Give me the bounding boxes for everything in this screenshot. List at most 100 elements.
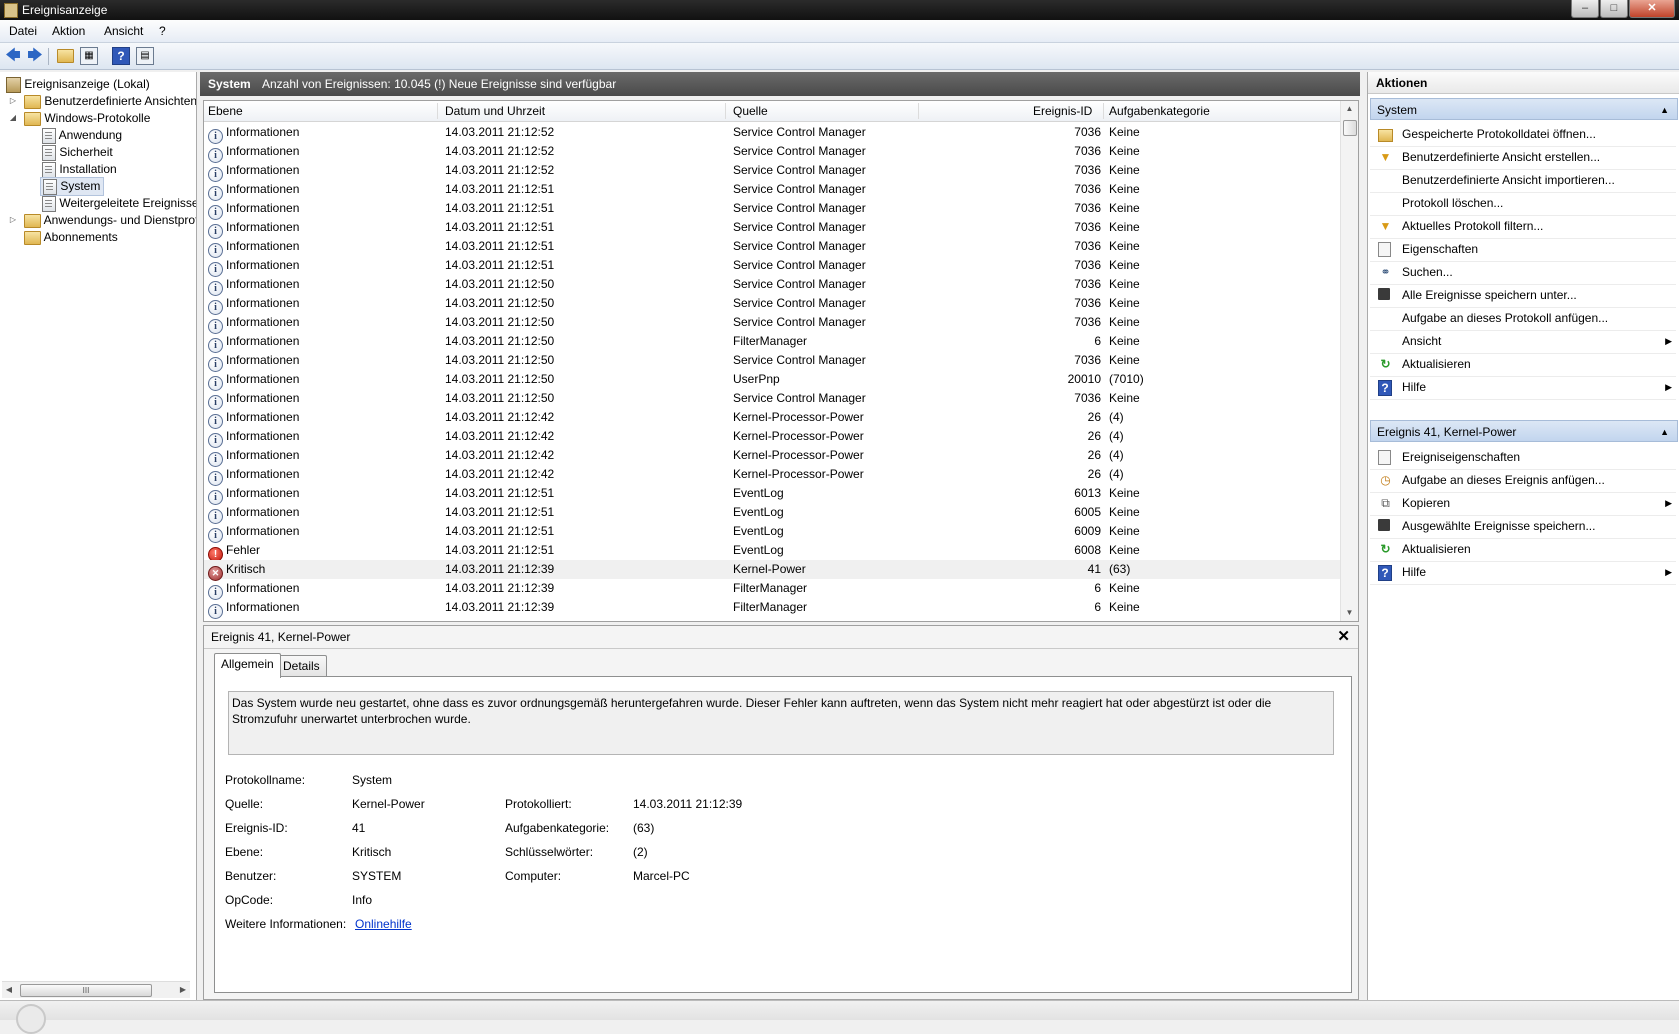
tree-item-custom-views[interactable]: Benutzerdefinierte Ansichten	[24, 93, 196, 110]
table-row[interactable]: i Informationen 14.03.2011 21:12:42 Kernel-…	[204, 408, 1340, 429]
scroll-down-arrow-icon[interactable]: ▼	[1343, 606, 1356, 620]
tree-item-forwarded-events[interactable]: Weitergeleitete Ereignisse	[42, 195, 196, 212]
table-row[interactable]: i Informationen 14.03.2011 21:12:50 Service…	[204, 294, 1340, 315]
table-row[interactable]: i Informationen 14.03.2011 21:12:39 FilterM…	[204, 598, 1340, 619]
action-item[interactable]: ? Hilfe ▶	[1370, 560, 1676, 585]
action-item[interactable]: ▼ Benutzerdefinierte Ansicht erstellen...	[1370, 145, 1676, 170]
column-header-level[interactable]: Ebene	[208, 104, 243, 118]
tree-item-anwendung[interactable]: Anwendung	[42, 127, 122, 144]
column-header-source[interactable]: Quelle	[733, 104, 768, 118]
action-item[interactable]: ◷ Aufgabe an dieses Ereignis anfügen...	[1370, 468, 1676, 493]
table-row[interactable]: i Informationen 14.03.2011 21:12:52 Service…	[204, 123, 1340, 144]
up-folder-icon[interactable]	[56, 47, 74, 65]
action-item[interactable]: ↻ Aktualisieren	[1370, 537, 1676, 562]
table-row[interactable]: i Informationen 14.03.2011 21:12:50 Service…	[204, 389, 1340, 410]
menu-datei[interactable]: Datei	[9, 24, 37, 38]
collapse-triangle-icon[interactable]: ▲	[1660, 421, 1669, 443]
collapse-arrow-icon[interactable]: ◢	[8, 113, 18, 122]
tree-item-installation[interactable]: Installation	[42, 161, 117, 178]
tree-horizontal-scrollbar[interactable]: ◀ III ▶	[2, 981, 190, 998]
table-row[interactable]: i Informationen 14.03.2011 21:12:50 Service…	[204, 313, 1340, 334]
action-item[interactable]: ⚭ Suchen...	[1370, 260, 1676, 285]
column-header-task-category[interactable]: Aufgabenkategorie	[1109, 104, 1210, 118]
table-row[interactable]: i Informationen 14.03.2011 21:12:39 FilterM…	[204, 579, 1340, 600]
table-row[interactable]: i Informationen 14.03.2011 21:12:50 Service…	[204, 351, 1340, 372]
table-row[interactable]: i Informationen 14.03.2011 21:12:51 EventLo…	[204, 503, 1340, 524]
event-description[interactable]: Das System wurde neu gestartet, ohne das…	[228, 691, 1334, 755]
online-help-link[interactable]: Onlinehilfe	[355, 917, 412, 931]
action-item[interactable]: Benutzerdefinierte Ansicht importieren..…	[1370, 168, 1676, 193]
tree-item-windows-logs[interactable]: Windows-Protokolle	[24, 110, 150, 127]
menu-help[interactable]: ?	[159, 24, 166, 38]
table-row[interactable]: iInformationen 14.03.2011 21:12:35 FilterM…	[204, 617, 1340, 621]
action-item[interactable]: Ansicht ▶	[1370, 329, 1676, 354]
table-row[interactable]: i Informationen 14.03.2011 21:12:52 Service…	[204, 161, 1340, 182]
action-item[interactable]: Ereigniseigenschaften	[1370, 445, 1676, 470]
table-row[interactable]: i Informationen 14.03.2011 21:12:51 EventLo…	[204, 522, 1340, 543]
table-row[interactable]: i Informationen 14.03.2011 21:12:50 Service…	[204, 275, 1340, 296]
action-item[interactable]: ? Hilfe ▶	[1370, 375, 1676, 400]
tree-item-app-service-logs[interactable]: Anwendungs- und Dienstprotokolle	[24, 212, 196, 229]
cell-level-text: Informationen	[226, 581, 300, 595]
action-item[interactable]: Ausgewählte Ereignisse speichern...	[1370, 514, 1676, 539]
action-item[interactable]: Alle Ereignisse speichern unter...	[1370, 283, 1676, 308]
table-row[interactable]: i Informationen 14.03.2011 21:12:51 Service…	[204, 218, 1340, 239]
table-row[interactable]: i Informationen 14.03.2011 21:12:51 Service…	[204, 237, 1340, 258]
table-row[interactable]: ✕ Kritisch 14.03.2011 21:12:39 Kernel-Power…	[204, 560, 1340, 581]
menu-aktion[interactable]: Aktion	[52, 24, 85, 38]
action-item[interactable]: ↻ Aktualisieren	[1370, 352, 1676, 377]
tree-root[interactable]: Ereignisanzeige (Lokal)	[6, 76, 150, 93]
tab-details[interactable]: Details	[276, 655, 327, 677]
action-item[interactable]: ⧉ Kopieren ▶	[1370, 491, 1676, 516]
maximize-button[interactable]: □	[1600, 0, 1628, 18]
action-item[interactable]: Gespeicherte Protokolldatei öffnen...	[1370, 122, 1676, 147]
actions-section-event[interactable]: Ereignis 41, Kernel-Power ▲	[1370, 420, 1678, 442]
action-item[interactable]: Aufgabe an dieses Protokoll anfügen...	[1370, 306, 1676, 331]
expand-arrow-icon[interactable]: ▷	[8, 215, 18, 224]
tree-item-system[interactable]: System	[40, 177, 105, 196]
close-window-button[interactable]: ✕	[1629, 0, 1675, 18]
expand-arrow-icon[interactable]: ▷	[8, 96, 18, 105]
show-tree-icon[interactable]: ▦	[80, 47, 98, 65]
table-row[interactable]: i Informationen 14.03.2011 21:12:51 Service…	[204, 256, 1340, 277]
forward-arrow-icon[interactable]: 🡆	[26, 47, 44, 65]
close-icon[interactable]: ✕	[1337, 627, 1350, 645]
column-header-event-id[interactable]: Ereignis-ID	[1033, 104, 1092, 118]
table-row[interactable]: i Informationen 14.03.2011 21:12:50 UserPnp…	[204, 370, 1340, 391]
scroll-right-arrow-icon[interactable]: ▶	[176, 983, 190, 997]
collapse-triangle-icon[interactable]: ▲	[1660, 99, 1669, 121]
column-divider[interactable]	[437, 103, 438, 119]
minimize-button[interactable]: –	[1571, 0, 1599, 18]
table-row[interactable]: i Informationen 14.03.2011 21:12:51 Service…	[204, 180, 1340, 201]
menu-ansicht[interactable]: Ansicht	[104, 24, 143, 38]
column-divider[interactable]	[1103, 103, 1104, 119]
table-row[interactable]: ! Fehler 14.03.2011 21:12:51 EventLog 6008 Ke…	[204, 541, 1340, 562]
scroll-thumb[interactable]: III	[20, 984, 152, 997]
cell-event-id: 26	[1087, 429, 1101, 443]
table-row[interactable]: i Informationen 14.03.2011 21:12:51 EventLo…	[204, 484, 1340, 505]
back-arrow-icon[interactable]: 🡄	[4, 47, 22, 65]
tree-item-subscriptions[interactable]: Abonnements	[24, 229, 118, 246]
tree-item-sicherheit[interactable]: Sicherheit	[42, 144, 113, 161]
table-row[interactable]: i Informationen 14.03.2011 21:12:42 Kernel-…	[204, 465, 1340, 486]
column-divider[interactable]	[918, 103, 919, 119]
scroll-thumb[interactable]	[1343, 120, 1357, 136]
table-row[interactable]: i Informationen 14.03.2011 21:12:42 Kernel-…	[204, 427, 1340, 448]
show-action-pane-icon[interactable]: ▤	[136, 47, 154, 65]
column-divider[interactable]	[725, 103, 726, 119]
scroll-left-arrow-icon[interactable]: ◀	[2, 983, 16, 997]
table-row[interactable]: i Informationen 14.03.2011 21:12:52 Service…	[204, 142, 1340, 163]
action-item[interactable]: ▼ Aktuelles Protokoll filtern...	[1370, 214, 1676, 239]
table-row[interactable]: i Informationen 14.03.2011 21:12:50 FilterM…	[204, 332, 1340, 353]
action-item[interactable]: Protokoll löschen...	[1370, 191, 1676, 216]
column-header-date[interactable]: Datum und Uhrzeit	[445, 104, 545, 118]
table-row[interactable]: i Informationen 14.03.2011 21:12:51 Service…	[204, 199, 1340, 220]
action-item[interactable]: Eigenschaften	[1370, 237, 1676, 262]
scroll-up-arrow-icon[interactable]: ▲	[1343, 102, 1356, 116]
help-icon[interactable]: ?	[112, 47, 130, 65]
tab-allgemein[interactable]: Allgemein	[214, 653, 281, 678]
table-row[interactable]: i Informationen 14.03.2011 21:12:42 Kernel-…	[204, 446, 1340, 467]
actions-section-system[interactable]: System ▲	[1370, 98, 1678, 120]
start-orb-icon[interactable]	[16, 1004, 46, 1034]
event-list-vertical-scrollbar[interactable]: ▲ ▼	[1340, 101, 1358, 621]
